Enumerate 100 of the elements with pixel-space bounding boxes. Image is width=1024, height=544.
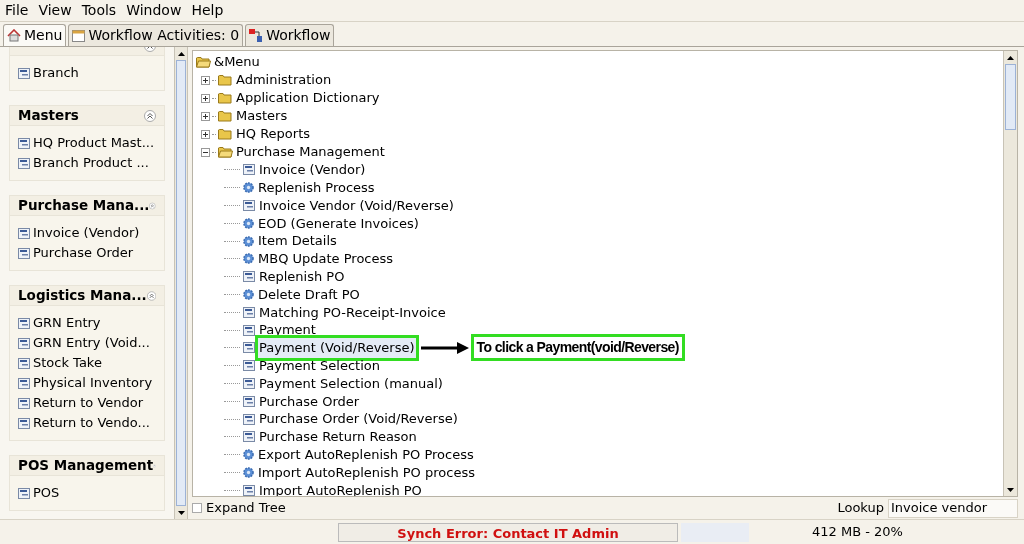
- expand-icon[interactable]: [201, 111, 210, 121]
- folder-icon: [218, 92, 233, 104]
- tree-item[interactable]: Purchase Order (Void/Reverse): [258, 409, 459, 429]
- gear-icon: [243, 466, 254, 478]
- gear-icon: [243, 253, 254, 265]
- window-icon: [18, 417, 30, 429]
- tree-item[interactable]: HQ Reports: [218, 124, 310, 144]
- window-icon: [243, 271, 255, 283]
- menu-bar-item[interactable]: View: [33, 0, 77, 21]
- house-icon: [7, 29, 21, 42]
- window-icon: [243, 324, 255, 336]
- error-button[interactable]: Synch Error: Contact IT Admin: [338, 522, 678, 542]
- window-icon: [243, 431, 255, 443]
- window-icon: [243, 306, 255, 318]
- scroll-down-icon[interactable]: [1007, 487, 1014, 492]
- collapse-icon[interactable]: [144, 109, 156, 122]
- tree-item[interactable]: MBQ Update Process: [257, 249, 395, 269]
- collapse-icon[interactable]: [201, 147, 210, 157]
- tree-item[interactable]: &Menu: [196, 53, 1003, 71]
- tab[interactable]: Workflow Activities: 0: [68, 24, 244, 46]
- gear-icon: [243, 449, 254, 461]
- tab[interactable]: Workflow: [245, 24, 335, 46]
- gear-icon: [243, 288, 254, 300]
- tree-item[interactable]: Item Details: [257, 231, 338, 251]
- expand-icon[interactable]: [201, 75, 210, 85]
- tree-item[interactable]: Matching PO-Receipt-Invoice: [258, 302, 447, 323]
- window-icon: [18, 337, 30, 349]
- group-title: Logistics Mana...: [18, 286, 147, 306]
- sidebar-item[interactable]: Purchase Order: [18, 244, 156, 262]
- window-icon: [18, 317, 30, 329]
- sidebar-item[interactable]: Branch: [18, 64, 156, 82]
- gear-icon: [243, 235, 254, 247]
- tree-item[interactable]: Payment Selection: [258, 355, 381, 376]
- sidebar-item[interactable]: HQ Product Mast...: [18, 134, 156, 152]
- window-icon: [243, 377, 255, 389]
- window-icon: [243, 342, 255, 354]
- tree-item[interactable]: Export AutoReplenish PO Process: [257, 444, 475, 465]
- window-icon: [243, 395, 255, 407]
- tree-item[interactable]: Payment (Void/Reverse): [258, 338, 416, 358]
- tree-item[interactable]: Delete Draft PO: [257, 284, 361, 305]
- sidebar-item[interactable]: GRN Entry: [18, 314, 156, 332]
- tree-item[interactable]: Invoice Vendor (Void/Reverse): [258, 195, 455, 216]
- lookup-field[interactable]: Invoice vendor: [888, 498, 1018, 518]
- window-icon: [18, 227, 30, 239]
- window-icon: [18, 157, 30, 169]
- sidebar-item[interactable]: Physical Inventory: [18, 374, 156, 392]
- tree-item[interactable]: Purchase Return Reason: [258, 427, 418, 447]
- group-title: Purchase Mana...: [18, 196, 150, 216]
- tree-item[interactable]: Masters: [218, 106, 288, 126]
- tree-item[interactable]: Import AutoReplenish PO process: [257, 462, 476, 483]
- tree-item[interactable]: Application Dictionary: [218, 88, 380, 108]
- sidebar-item[interactable]: Return to Vendo...: [18, 414, 156, 432]
- expand-icon[interactable]: [201, 93, 210, 103]
- window-icon: [18, 357, 30, 369]
- window-icon: [18, 137, 30, 149]
- gear-icon: [243, 217, 254, 229]
- scroll-up-icon[interactable]: [1007, 55, 1014, 60]
- tab[interactable]: Menu: [3, 24, 67, 46]
- tree-item[interactable]: Administration: [218, 70, 332, 90]
- folder-icon: [218, 74, 233, 86]
- expand-tree-checkbox[interactable]: [192, 503, 202, 513]
- window-icon: [18, 487, 30, 499]
- sidebar-item[interactable]: Stock Take: [18, 354, 156, 372]
- scroll-thumb[interactable]: [1005, 64, 1016, 130]
- tree-item[interactable]: Replenish Process: [257, 177, 376, 198]
- sidebar-item[interactable]: Invoice (Vendor): [18, 224, 156, 242]
- tree-item[interactable]: Payment: [258, 320, 317, 340]
- window-icon: [243, 164, 255, 176]
- folder-icon: [218, 128, 233, 140]
- menu-bar-item[interactable]: File: [0, 0, 34, 21]
- lookup-label: Lookup: [837, 499, 884, 518]
- window-icon: [72, 29, 86, 42]
- memory-status: 412 MB - 20%: [812, 523, 903, 542]
- menu-bar-item[interactable]: Window: [121, 0, 187, 21]
- tree-item[interactable]: Invoice (Vendor): [258, 160, 367, 180]
- scroll-thumb[interactable]: [176, 60, 186, 506]
- window-icon: [18, 377, 30, 389]
- open-folder-icon: [218, 146, 233, 158]
- menu-bar-item[interactable]: Help: [186, 0, 229, 21]
- group-title: Masters: [18, 106, 79, 126]
- sidebar-item[interactable]: Return to Vendor: [18, 394, 156, 412]
- menu-bar-item[interactable]: Tools: [76, 0, 122, 21]
- sidebar-item[interactable]: POS: [18, 484, 156, 502]
- workflow-icon: [249, 29, 264, 42]
- expand-icon[interactable]: [201, 129, 210, 139]
- window-icon: [243, 484, 255, 496]
- tree-item[interactable]: Purchase Order: [258, 391, 361, 411]
- tree-item[interactable]: Replenish PO: [258, 266, 346, 287]
- window-icon: [18, 397, 30, 409]
- tree-item[interactable]: Purchase Management: [218, 142, 385, 162]
- sidebar-item[interactable]: GRN Entry (Void...: [18, 334, 156, 352]
- sidebar-item[interactable]: Branch Product ...: [18, 154, 156, 172]
- tree-item[interactable]: Payment Selection (manual): [258, 373, 444, 394]
- window-icon: [243, 200, 255, 211]
- folder-icon: [218, 110, 233, 122]
- scroll-up-icon[interactable]: [177, 51, 185, 56]
- scrollbar[interactable]: [174, 47, 187, 519]
- tree-item[interactable]: EOD (Generate Invoices): [257, 213, 420, 234]
- scrollbar[interactable]: [1003, 51, 1017, 496]
- scroll-down-icon[interactable]: [177, 510, 185, 515]
